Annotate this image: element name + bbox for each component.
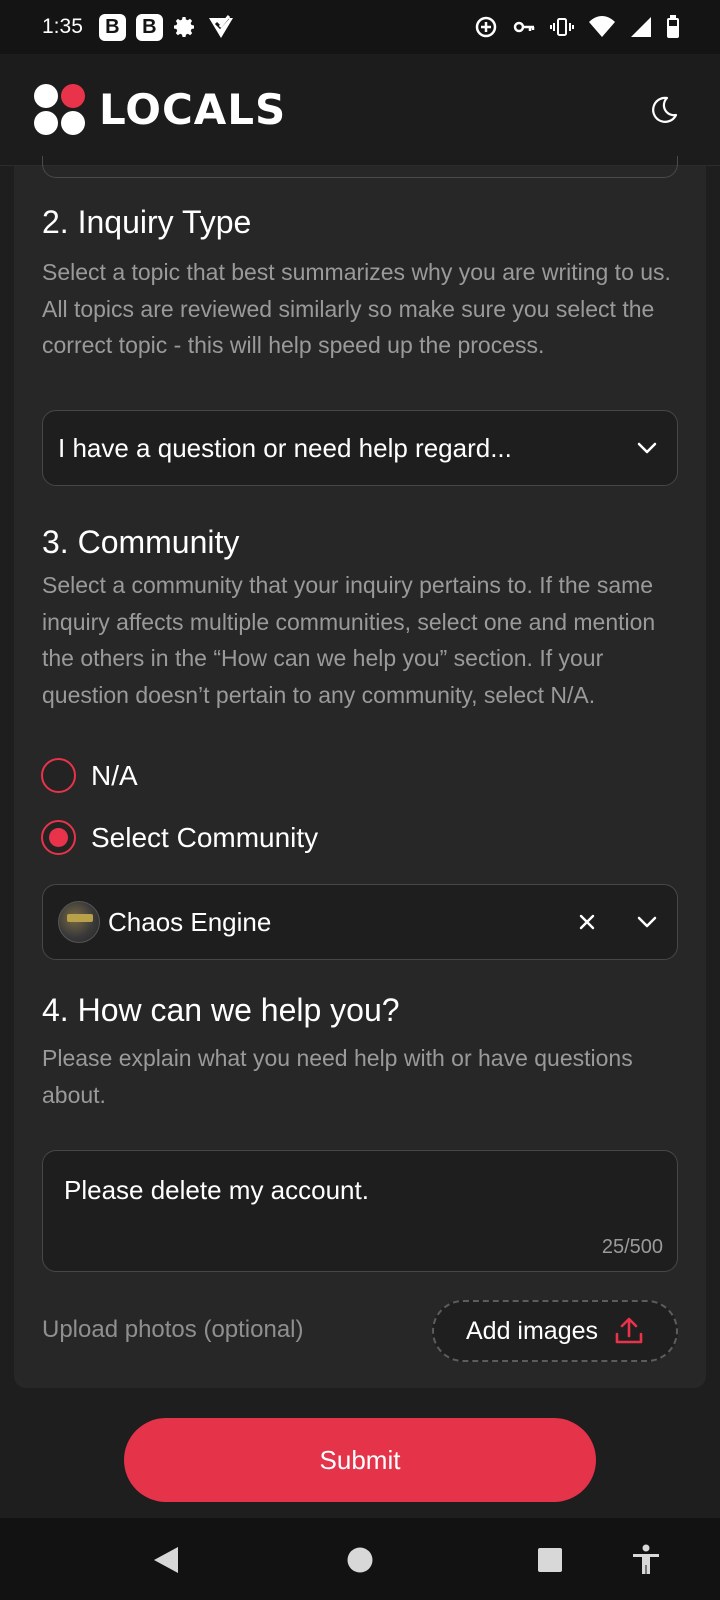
vpn-key-icon [513, 21, 535, 33]
chevron-down-icon [635, 436, 659, 460]
radio-select-community-circle[interactable] [41, 820, 76, 855]
notification-icons: B B [98, 13, 235, 41]
status-time: 1:35 [42, 15, 83, 38]
recents-icon [538, 1548, 562, 1572]
radio-na-label: N/A [91, 759, 138, 791]
add-images-label: Add images [465, 1316, 599, 1345]
community-title: 3. Community [42, 524, 240, 560]
radio-option-select-community[interactable]: Select Community [41, 820, 318, 855]
b-app-icon: B [98, 13, 126, 41]
home-button[interactable] [340, 1540, 380, 1580]
inquiry-type-description: Select a topic that best summarizes why … [42, 259, 671, 358]
recents-button[interactable] [530, 1540, 570, 1580]
radio-option-na[interactable]: N/A [41, 758, 138, 793]
back-icon [154, 1547, 178, 1573]
inquiry-type-select[interactable]: I have a question or need help regard... [42, 410, 678, 486]
home-icon [347, 1547, 373, 1573]
data-saver-icon [475, 16, 497, 38]
help-message-text: Please delete my account. [64, 1175, 369, 1205]
radio-na-circle[interactable] [41, 758, 76, 793]
submit-button[interactable]: Submit [124, 1418, 596, 1502]
help-title: 4. How can we help you? [42, 992, 400, 1028]
clear-selection-icon[interactable] [575, 910, 599, 934]
char-count: 25/500 [601, 1236, 663, 1258]
signal-icon [631, 17, 651, 37]
community-avatar [58, 901, 100, 943]
theme-toggle-button[interactable] [642, 88, 686, 132]
community-select[interactable]: Chaos Engine [42, 884, 678, 960]
system-icons [474, 15, 680, 39]
android-nav-bar [0, 1518, 720, 1600]
upload-icon [615, 1317, 643, 1344]
b-app-icon: B [135, 13, 163, 41]
accessibility-icon [633, 1544, 659, 1574]
radio-select-community-label: Select Community [91, 821, 319, 853]
back-button[interactable] [146, 1540, 186, 1580]
moon-icon [652, 96, 678, 123]
help-description: Please explain what you need help with o… [42, 1045, 633, 1108]
status-bar: 1:35 B B [0, 0, 720, 54]
contact-form: 2. Inquiry Type Select a topic that best… [14, 156, 706, 1388]
community-value: Chaos Engine [108, 906, 272, 937]
vibrate-icon [550, 18, 574, 36]
gear-icon [173, 17, 194, 37]
help-message-textarea[interactable]: Please delete my account. 25/500 [42, 1150, 678, 1272]
upload-photos-label: Upload photos (optional) [42, 1316, 304, 1343]
inquiry-type-value: I have a question or need help regard... [58, 432, 512, 463]
app-header: LOCALS [0, 54, 720, 166]
logo-dots-icon [34, 84, 85, 135]
add-images-button[interactable]: Add images [432, 1300, 678, 1362]
locals-logo[interactable]: LOCALS [34, 84, 286, 135]
previous-field-edge [42, 156, 678, 178]
logo-text: LOCALS [99, 85, 287, 134]
check-shield-icon [208, 15, 233, 38]
wifi-icon [589, 16, 615, 37]
accessibility-button[interactable] [626, 1540, 666, 1580]
battery-icon [667, 15, 679, 38]
chevron-down-icon[interactable] [635, 910, 659, 934]
community-description: Select a community that your inquiry per… [42, 572, 656, 708]
inquiry-type-title: 2. Inquiry Type [42, 204, 252, 240]
